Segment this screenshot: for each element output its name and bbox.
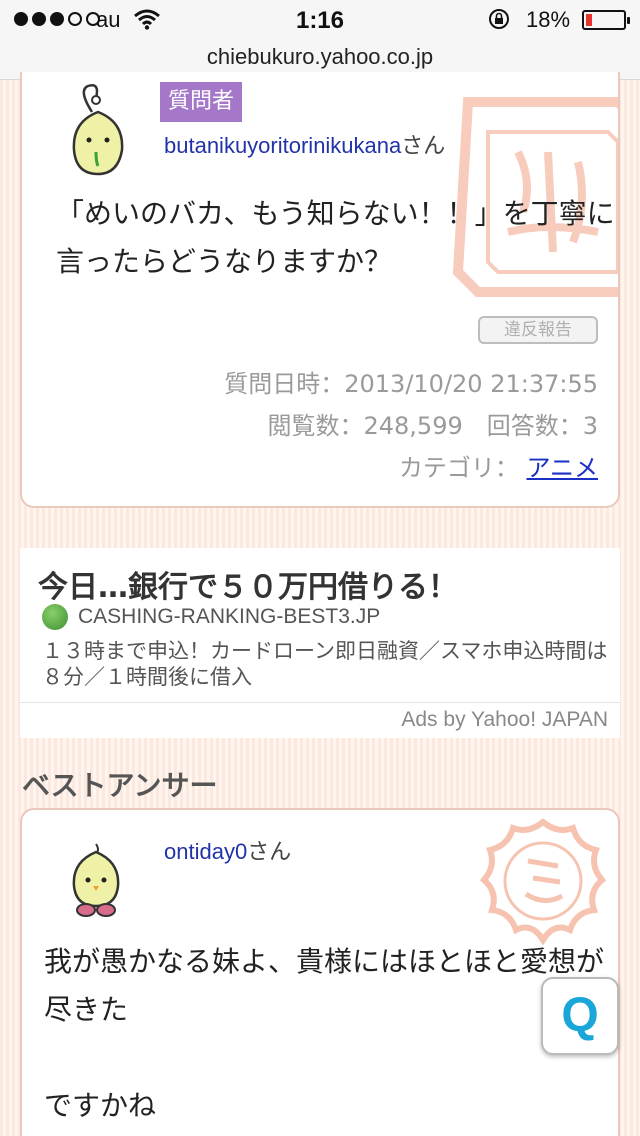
ad-url[interactable]: CASHING-RANKING-BEST3.JP: [78, 605, 380, 629]
best-answer-card: ontiday0さん 我が愚かなる妹よ、貴様にはほとほと愛想が尽きた ですかね: [20, 808, 620, 1136]
best-answer-heading: ベストアンサー: [22, 769, 218, 802]
answerer-username[interactable]: ontiday0: [164, 839, 247, 864]
battery-fill: [586, 14, 592, 26]
ad-block[interactable]: 今日…銀行で５０万円借りる！ CASHING-RANKING-BEST3.JP …: [20, 548, 620, 738]
question-card: 質問者 butanikuyoritorinikukanaさん 「めいのバカ、もう…: [20, 72, 620, 508]
question-stats: 閲覧数：248,599 回答数：3: [267, 412, 598, 440]
report-button[interactable]: 違反報告: [478, 316, 598, 344]
answerer-avatar: [72, 843, 120, 917]
battery-percent: 18%: [526, 7, 571, 32]
ads-by-yahoo[interactable]: Ads by Yahoo! JAPAN: [401, 708, 608, 732]
best-answer-text: 我が愚かなる妹よ、貴様にはほとほと愛想が尽きた ですかね: [44, 945, 605, 1122]
battery-icon: [582, 10, 630, 30]
question-date: 質問日時：2013/10/20 21:37:55: [224, 370, 598, 398]
ad-description: １３時まで申込！カードローン即日融資／スマホ申込時間は８分／１時間後に借入: [42, 639, 608, 689]
questioner-avatar: [72, 84, 124, 176]
ad-title[interactable]: 今日…銀行で５０万円借りる！: [38, 562, 458, 606]
questioner-name[interactable]: butanikuyoritorinikukanaさん: [164, 128, 445, 160]
globe-icon: [42, 604, 68, 630]
answerer-name[interactable]: ontiday0さん: [164, 834, 291, 866]
status-bar: au 1:16 18%: [0, 0, 640, 40]
questioner-honorific: さん: [401, 133, 446, 158]
rotation-lock-icon: [489, 9, 509, 29]
questioner-badge: 質問者: [160, 82, 243, 122]
category-link[interactable]: アニメ: [526, 454, 598, 482]
url-text: chiebukuro.yahoo.co.jp: [206, 44, 434, 69]
category-label: カテゴリ：: [398, 454, 519, 482]
question-text: 「めいのバカ、もう知らない！！」を丁寧に言ったらどうなりますか？: [56, 197, 615, 278]
questioner-username[interactable]: butanikuyoritorinikukana: [164, 133, 401, 158]
answerer-honorific: さん: [247, 839, 292, 864]
best-answer-stamp-icon: [479, 818, 607, 946]
question-category: カテゴリ： アニメ: [38, 448, 598, 483]
ad-divider: [20, 702, 620, 703]
ad-url-row: CASHING-RANKING-BEST3.JP: [42, 604, 380, 630]
ask-question-button[interactable]: Q: [541, 977, 619, 1055]
